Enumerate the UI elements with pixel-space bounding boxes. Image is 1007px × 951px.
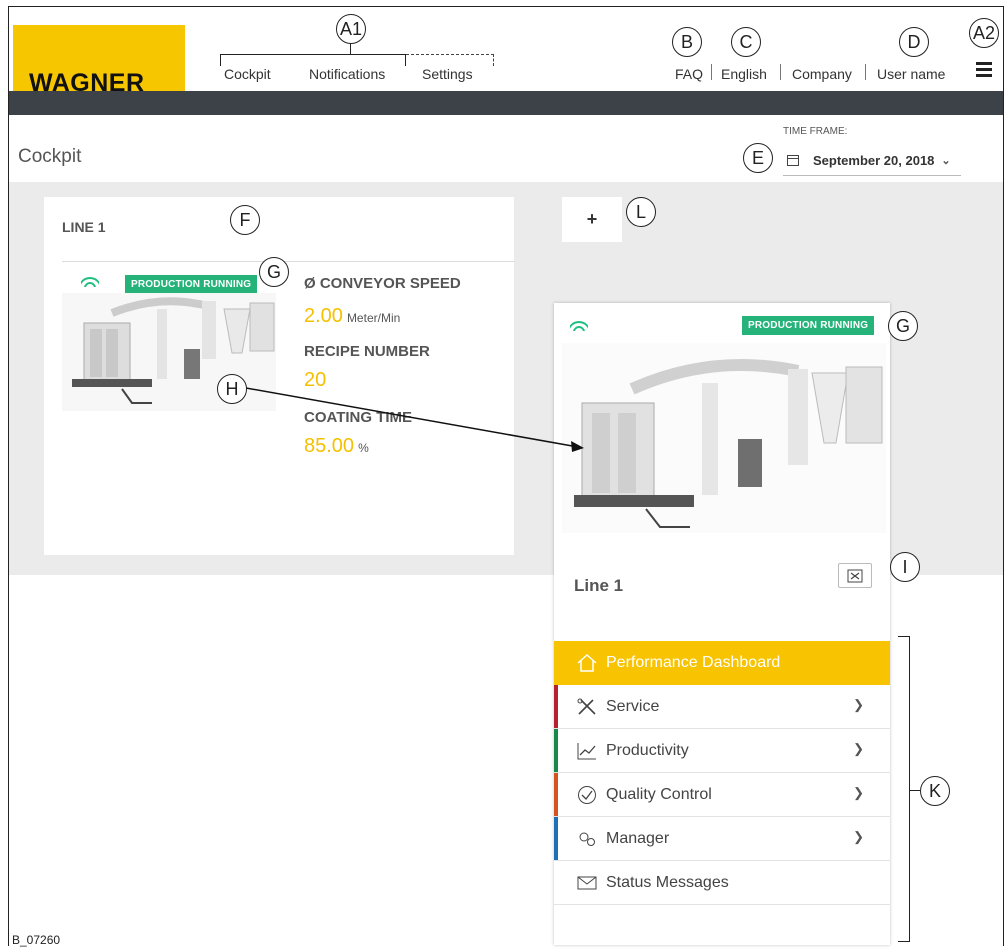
menu-productivity[interactable]: Productivity ❯ xyxy=(554,729,890,773)
nav-user-name[interactable]: User name xyxy=(877,66,945,82)
time-frame-select[interactable]: September 20, 2018 ⌄ xyxy=(783,146,961,176)
chevron-down-icon: ❯ xyxy=(853,785,864,800)
category-stripe xyxy=(554,817,558,860)
nav-bracket xyxy=(220,54,406,66)
line-detail-title: Line 1 xyxy=(574,576,624,595)
nav-separator xyxy=(711,64,712,80)
menu-performance-dashboard[interactable]: Performance Dashboard xyxy=(554,641,890,685)
expand-icon xyxy=(847,569,863,582)
menu-quality-control[interactable]: Quality Control ❯ xyxy=(554,773,890,817)
nav-bracket-dashed xyxy=(406,54,494,66)
nav-company[interactable]: Company xyxy=(792,66,852,82)
conveyor-speed-value: 2.00 xyxy=(304,305,343,327)
chart-icon xyxy=(574,740,600,762)
callout-b: B xyxy=(672,27,702,57)
callout-k: K xyxy=(920,776,950,806)
wifi-icon xyxy=(570,317,588,331)
expand-button[interactable] xyxy=(838,563,872,588)
figure-caption: B_07260 xyxy=(12,933,61,947)
nav-settings[interactable]: Settings xyxy=(422,66,473,82)
chevron-down-icon: ❯ xyxy=(853,697,864,712)
line-card[interactable]: LINE 1 PRODUCTION RUNNING Ø CONVEYOR SPE… xyxy=(44,197,515,555)
divider xyxy=(62,261,515,262)
menu-label: Status Messages xyxy=(606,873,729,891)
coating-line-image xyxy=(562,343,886,533)
callout-d: D xyxy=(899,27,929,57)
nav-cockpit[interactable]: Cockpit xyxy=(224,66,271,82)
page-title: Cockpit xyxy=(18,146,82,167)
callout-g: G xyxy=(888,311,918,341)
menu-label: Performance Dashboard xyxy=(606,654,781,671)
envelope-icon xyxy=(574,872,600,894)
nav-language[interactable]: English xyxy=(721,66,767,82)
callout-a2: A2 xyxy=(969,18,999,48)
menu-label: Quality Control xyxy=(606,785,712,803)
home-icon xyxy=(574,652,600,674)
menu-label: Service xyxy=(606,697,660,715)
callout-line xyxy=(910,790,920,791)
gears-icon xyxy=(574,828,600,850)
add-line-button[interactable]: + xyxy=(562,197,622,242)
metric-label: Ø CONVEYOR SPEED xyxy=(304,275,461,292)
menu-manager[interactable]: Manager ❯ xyxy=(554,817,890,861)
menu-label: Productivity xyxy=(606,741,689,759)
metric-label: COATING TIME xyxy=(304,409,413,426)
callout-h: H xyxy=(217,374,247,404)
menu-status-messages[interactable]: Status Messages xyxy=(554,861,890,905)
category-stripe xyxy=(554,685,558,728)
nav-faq[interactable]: FAQ xyxy=(675,66,703,82)
menu-label: Manager xyxy=(606,829,670,847)
coating-time-unit: % xyxy=(358,441,369,455)
chevron-down-icon: ❯ xyxy=(853,829,864,844)
header-bar xyxy=(9,91,1003,115)
nav-separator xyxy=(865,64,866,80)
menu-service[interactable]: Service ❯ xyxy=(554,685,890,729)
metric-value: 85.00% xyxy=(304,435,369,458)
recipe-number-value: 20 xyxy=(304,369,327,391)
callout-g: G xyxy=(259,257,289,287)
line-detail-card: PRODUCTION RUNNING Line 1 Performance Da… xyxy=(554,303,890,945)
callout-l: L xyxy=(626,197,656,227)
menu-bracket xyxy=(898,636,910,942)
status-badge: PRODUCTION RUNNING xyxy=(125,275,258,294)
coating-time-value: 85.00 xyxy=(304,435,355,457)
line-card-title: LINE 1 xyxy=(62,219,106,235)
tools-icon xyxy=(574,696,600,718)
callout-a1: A1 xyxy=(336,14,366,44)
hamburger-menu-icon[interactable] xyxy=(976,62,992,77)
chevron-down-icon: ⌄ xyxy=(941,155,951,167)
check-circle-icon xyxy=(574,784,600,806)
chevron-down-icon: ❯ xyxy=(853,741,864,756)
line-menu: Performance Dashboard Service ❯ Producti… xyxy=(554,641,890,905)
nav-notifications[interactable]: Notifications xyxy=(309,66,385,82)
metric-value: 2.00 Meter/Min xyxy=(304,305,400,328)
metric-label: RECIPE NUMBER xyxy=(304,343,430,360)
category-stripe xyxy=(554,773,558,816)
callout-e: E xyxy=(743,143,773,173)
time-frame-value: September 20, 2018 xyxy=(813,153,935,168)
callout-c: C xyxy=(731,27,761,57)
wifi-icon xyxy=(81,273,99,287)
status-badge: PRODUCTION RUNNING xyxy=(742,316,875,335)
calendar-icon xyxy=(787,155,799,166)
nav-separator xyxy=(780,64,781,80)
time-frame-label: TIME FRAME: xyxy=(783,126,848,137)
callout-f: F xyxy=(230,205,260,235)
conveyor-speed-unit: Meter/Min xyxy=(346,311,401,325)
callout-i: I xyxy=(890,552,920,582)
category-stripe xyxy=(554,729,558,772)
